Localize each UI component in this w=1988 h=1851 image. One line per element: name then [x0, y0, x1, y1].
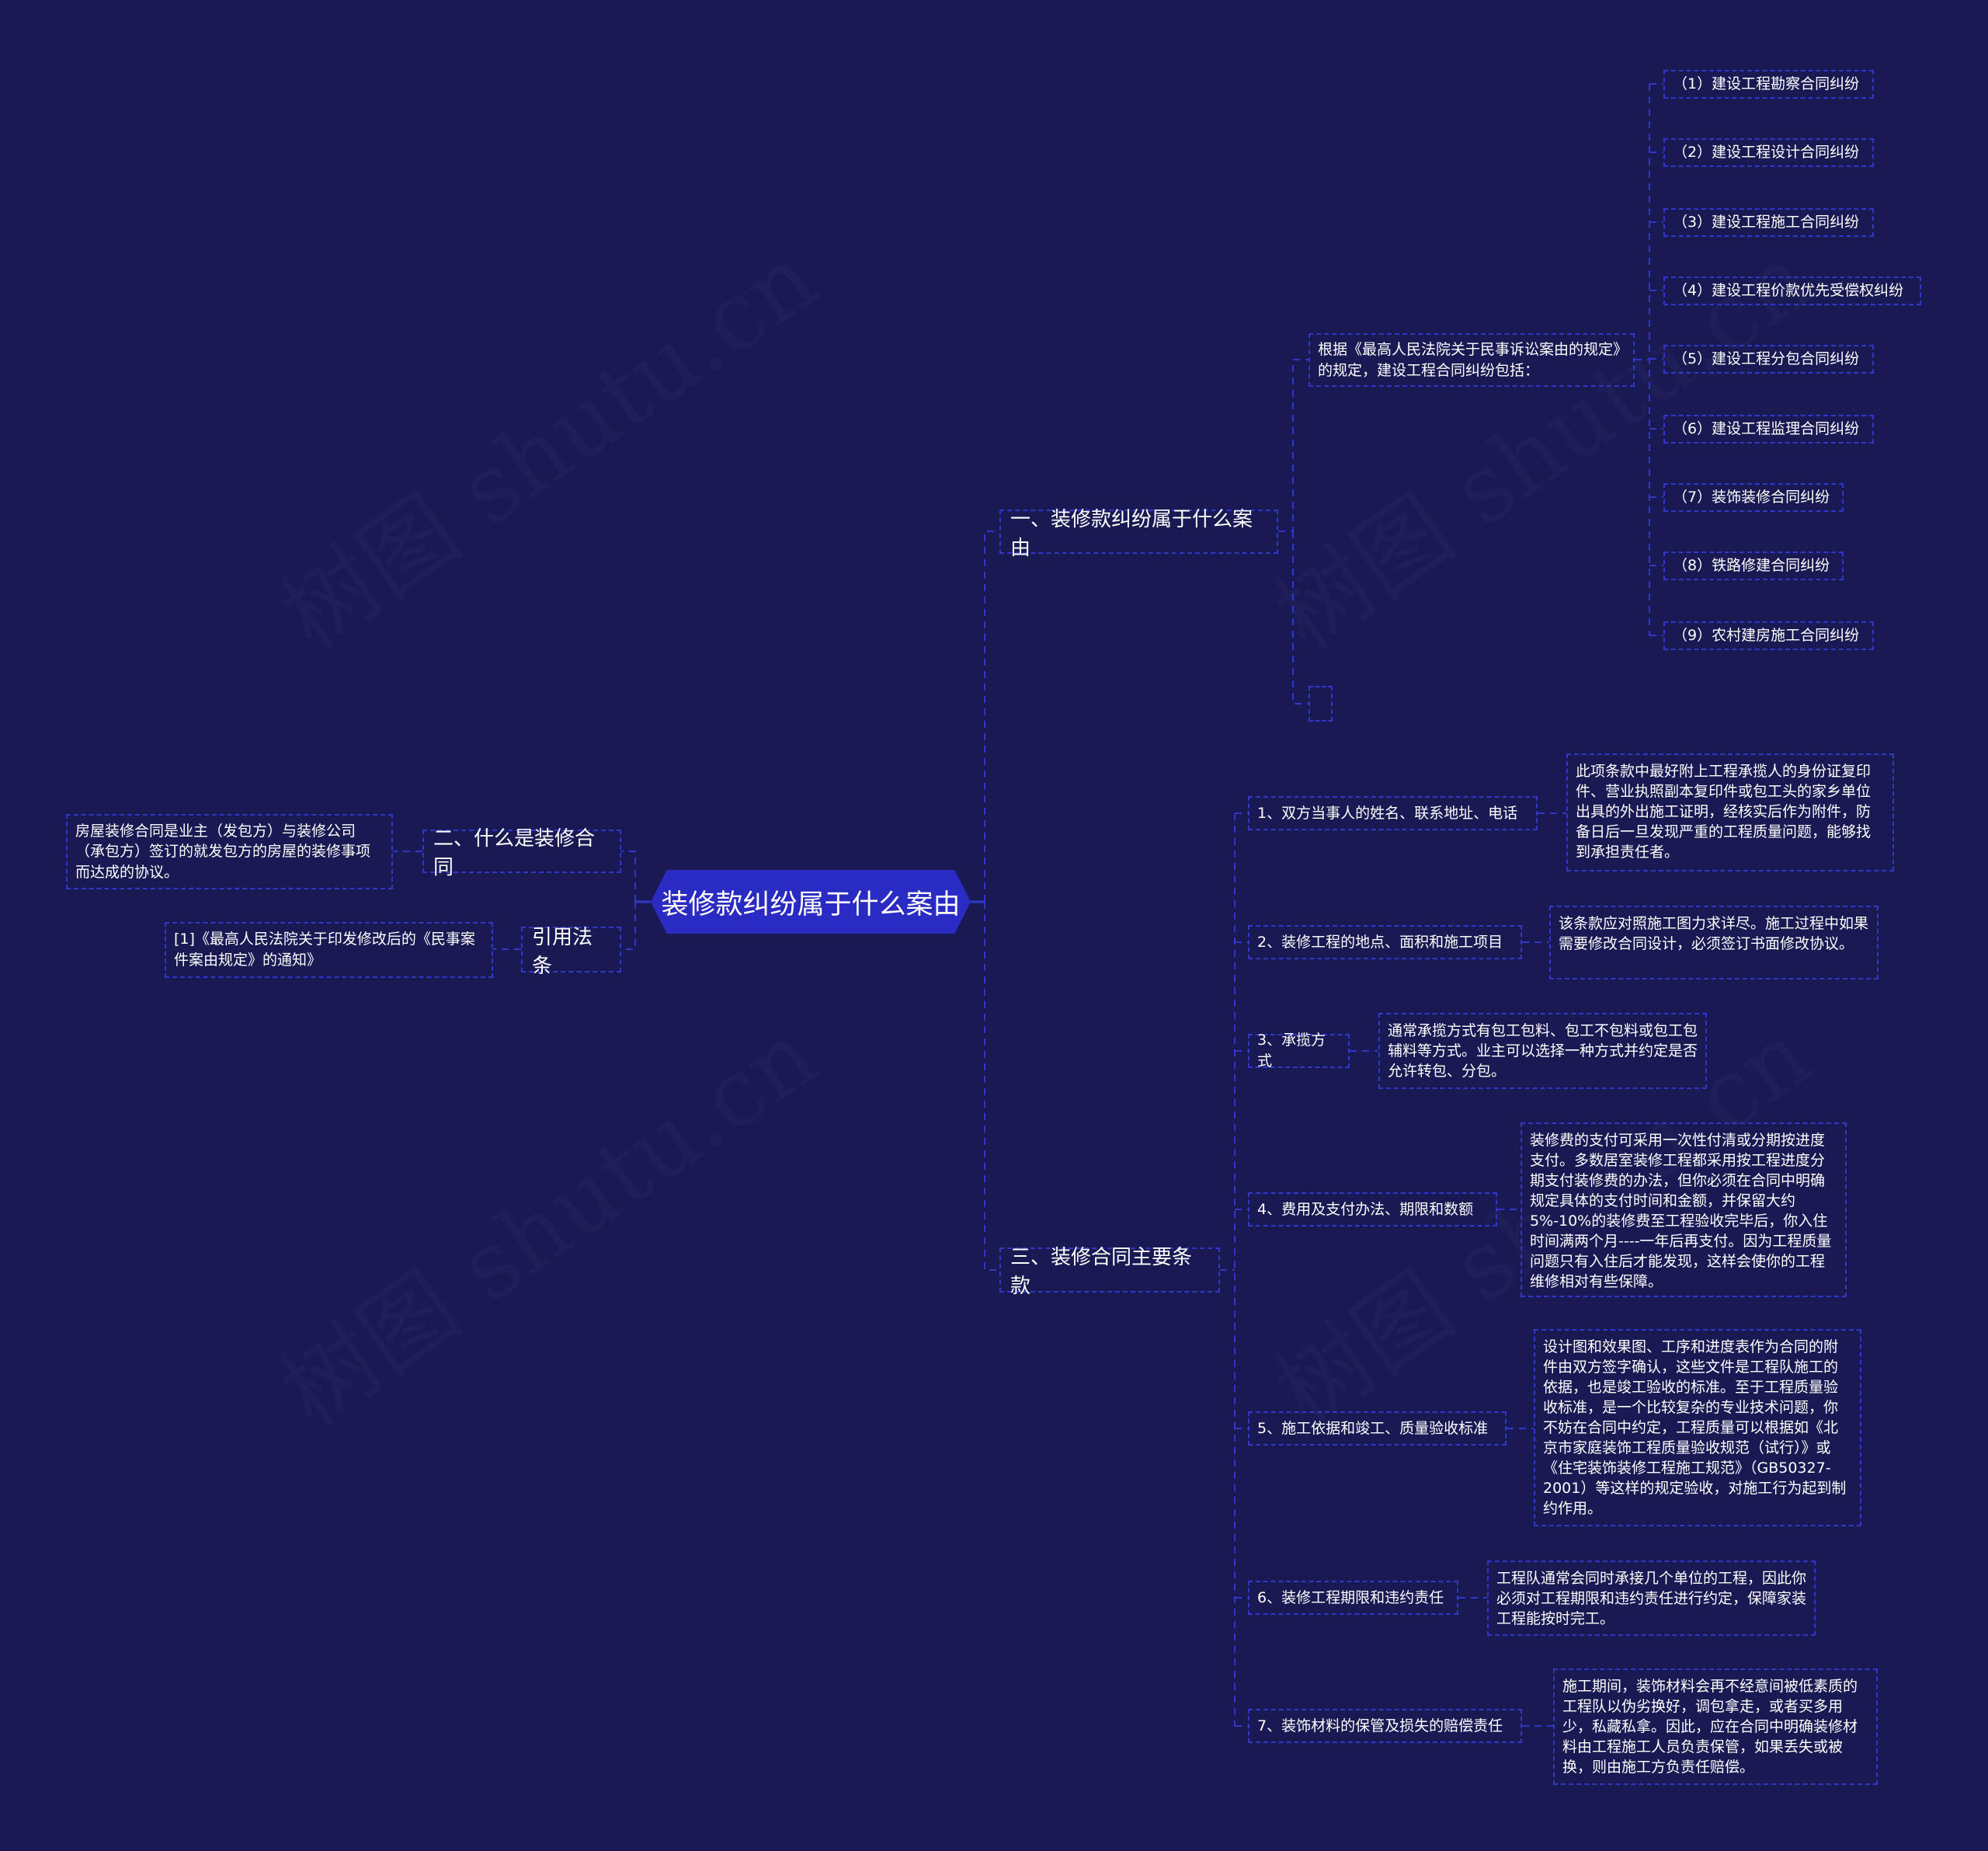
branch-title: 一、装修款纠纷属于什么案由 — [1010, 507, 1253, 560]
case-cause-intro[interactable]: 根据《最高人民法院关于民事诉讼案由的规定》的规定，建设工程合同纠纷包括： — [1309, 333, 1635, 387]
clause-detail[interactable]: 此项条款中最好附上工程承揽人的身份证复印件、营业执照副本复印件或包工头的家乡单位… — [1566, 753, 1894, 872]
case-cause-item[interactable]: （2）建设工程设计合同纠纷 — [1663, 138, 1874, 167]
empty-node[interactable] — [1309, 686, 1333, 722]
reference-detail[interactable]: [1]《最高人民法院关于印发修改后的《民事案件案由规定》的通知》 — [165, 922, 493, 978]
clause-detail[interactable]: 通常承揽方式有包工包料、包工不包料或包工包辅料等方式。业主可以选择一种方式并约定… — [1378, 1013, 1707, 1089]
branch-case-cause[interactable]: 一、装修款纠纷属于什么案由 — [999, 508, 1278, 560]
root-node[interactable]: 装修款纠纷属于什么案由 — [651, 870, 971, 934]
connector — [621, 902, 636, 950]
clause-label[interactable]: 2、装修工程的地点、面积和施工项目 — [1248, 925, 1522, 959]
branch-what-is-contract[interactable]: 二、什么是装修合同 — [422, 827, 621, 879]
detail-text: [1]《最高人民法院关于印发修改后的《民事案件案由规定》的通知》 — [174, 931, 475, 969]
clause-detail[interactable]: 装修费的支付可采用一次性付清或分期按进度支付。多数居室装修工程都采用按工程进度分… — [1521, 1122, 1847, 1297]
branch-title: 三、装修合同主要条款 — [1010, 1246, 1193, 1298]
case-cause-item[interactable]: （4）建设工程价款优先受偿权纠纷 — [1663, 277, 1921, 305]
intro-text: 根据《最高人民法院关于民事诉讼案由的规定》的规定，建设工程合同纠纷包括： — [1318, 340, 1621, 379]
connector — [984, 902, 999, 1271]
case-cause-item[interactable]: （1）建设工程勘察合同纠纷 — [1663, 70, 1874, 99]
branch-title: 引用法条 — [532, 925, 593, 978]
branch-references[interactable]: 引用法条 — [521, 926, 621, 978]
root-title: 装修款纠纷属于什么案由 — [661, 889, 961, 920]
connector — [1235, 812, 1248, 1727]
connector — [621, 851, 636, 902]
case-cause-item[interactable]: （7）装饰装修合同纠纷 — [1663, 483, 1844, 512]
clause-detail[interactable]: 该条款应对照施工图力求详尽。施工过程中如果需要修改合同设计，必须签订书面修改协议… — [1549, 906, 1879, 979]
connector — [984, 531, 999, 902]
branch-main-clauses[interactable]: 三、装修合同主要条款 — [999, 1246, 1220, 1298]
connector — [1649, 83, 1663, 636]
connector — [1278, 359, 1309, 532]
clause-detail[interactable]: 设计图和效果图、工序和进度表作为合同的附件由双方签字确认，这些文件是工程队施工的… — [1534, 1329, 1861, 1526]
clause-label[interactable]: 6、装修工程期限和违约责任 — [1248, 1581, 1458, 1615]
clause-detail[interactable]: 工程队通常会同时承接几个单位的工程，因此你必须对工程期限和违约责任进行约定，保障… — [1487, 1560, 1816, 1636]
clause-label[interactable]: 3、承揽方式 — [1248, 1032, 1350, 1070]
case-cause-item[interactable]: （3）建设工程施工合同纠纷 — [1663, 208, 1874, 237]
branch-title: 二、什么是装修合同 — [433, 827, 596, 879]
case-cause-item[interactable]: （8）铁路修建合同纠纷 — [1663, 551, 1844, 580]
branch-what-is-contract-detail[interactable]: 房屋装修合同是业主（发包方）与装修公司（承包方）签订的就发包方的房屋的装修事项而… — [66, 814, 393, 889]
clause-detail[interactable]: 施工期间，装饰材料会再不经意间被低素质的工程队以伪劣换好，调包拿走，或者买多用少… — [1553, 1668, 1878, 1785]
case-cause-item[interactable]: （9）农村建房施工合同纠纷 — [1663, 621, 1874, 650]
case-cause-item[interactable]: （6）建设工程监理合同纠纷 — [1663, 415, 1874, 444]
detail-text: 房屋装修合同是业主（发包方）与装修公司（承包方）签订的就发包方的房屋的装修事项而… — [75, 822, 371, 881]
clause-label[interactable]: 5、施工依据和竣工、质量验收标准 — [1248, 1411, 1507, 1446]
clause-label[interactable]: 4、费用及支付办法、期限和数额 — [1248, 1192, 1497, 1226]
clause-label[interactable]: 1、双方当事人的姓名、联系地址、电话 — [1248, 796, 1538, 830]
clause-label[interactable]: 7、装饰材料的保管及损失的赔偿责任 — [1248, 1709, 1522, 1743]
connector — [1292, 531, 1309, 705]
case-cause-item[interactable]: （5）建设工程分包合同纠纷 — [1663, 345, 1874, 374]
